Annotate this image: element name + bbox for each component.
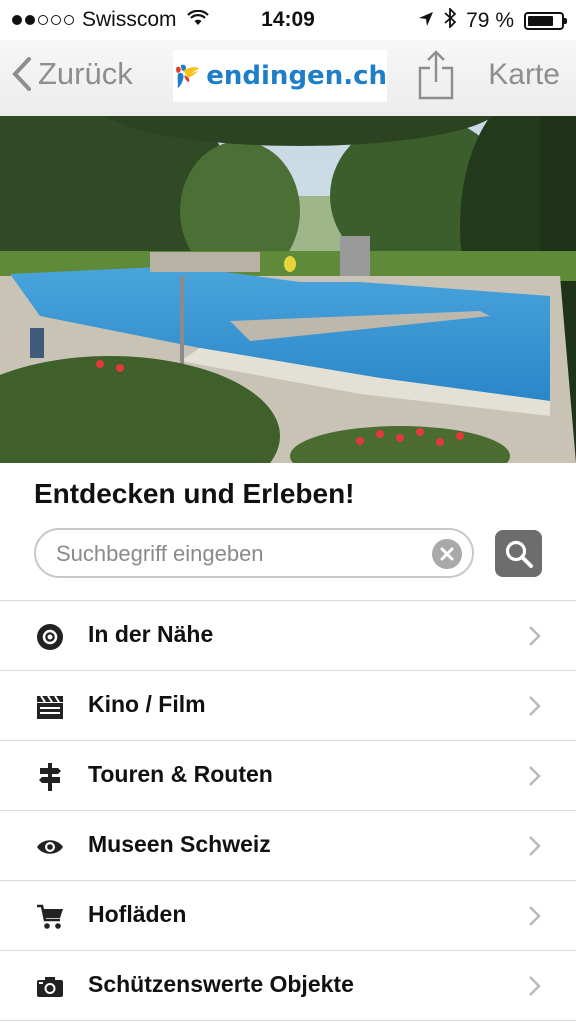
list-item-label: In der Nähe [88,621,214,647]
chevron-right-icon [529,836,541,856]
list-item-farm-shops[interactable]: Hofläden [0,881,576,951]
category-list: In der Nähe Kino / Film Touren & Routen … [0,600,576,1021]
eye-icon [36,833,64,861]
location-arrow-icon [418,9,434,33]
list-item-label: Schützenswerte Objekte [88,971,354,997]
status-bar: Swisscom 14:09 79 % [0,0,576,40]
chevron-right-icon [529,696,541,716]
endingen-logo-icon [176,64,200,88]
chevron-right-icon [529,626,541,646]
status-right: 79 % [418,6,567,34]
share-button[interactable] [418,50,454,105]
battery-percent: 79 % [466,9,514,32]
map-button[interactable]: Karte [488,58,560,92]
endingen-logo: endingen.ch [173,50,387,102]
search-field [34,528,474,578]
camera-icon [36,973,64,1001]
list-item-label: Museen Schweiz [88,831,271,857]
list-item-museums[interactable]: Museen Schweiz [0,811,576,881]
battery-level [528,16,554,26]
search-icon [505,540,533,568]
list-item-label: Touren & Routen [88,761,273,787]
chevron-right-icon [529,976,541,996]
clapperboard-icon [36,693,64,721]
signpost-icon [36,763,64,791]
share-icon [418,50,454,100]
chevron-right-icon [529,906,541,926]
search-input[interactable] [54,530,428,578]
back-button-label: Zurück [38,56,133,91]
list-item-tours[interactable]: Touren & Routen [0,741,576,811]
shopping-cart-icon [36,903,64,931]
bluetooth-icon [444,6,457,34]
location-target-icon [36,623,64,651]
list-item-cinema[interactable]: Kino / Film [0,671,576,741]
chevron-right-icon [529,766,541,786]
list-item-nearby[interactable]: In der Nähe [0,601,576,671]
list-item-label: Kino / Film [88,691,206,717]
list-item-protected-objects[interactable]: Schützenswerte Objekte [0,951,576,1021]
search-button[interactable] [495,530,542,577]
back-button[interactable]: Zurück [12,56,133,92]
chevron-left-icon [12,57,31,91]
clear-search-button[interactable] [432,539,462,569]
page-title: Entdecken und Erleben! [34,478,355,509]
list-item-label: Hofläden [88,901,187,927]
navigation-bar: Zurück endingen.ch Karte [0,40,576,117]
clear-icon [440,547,454,561]
battery-icon [524,12,567,30]
logo-text: endingen.ch [206,61,387,91]
hero-image [0,116,576,463]
